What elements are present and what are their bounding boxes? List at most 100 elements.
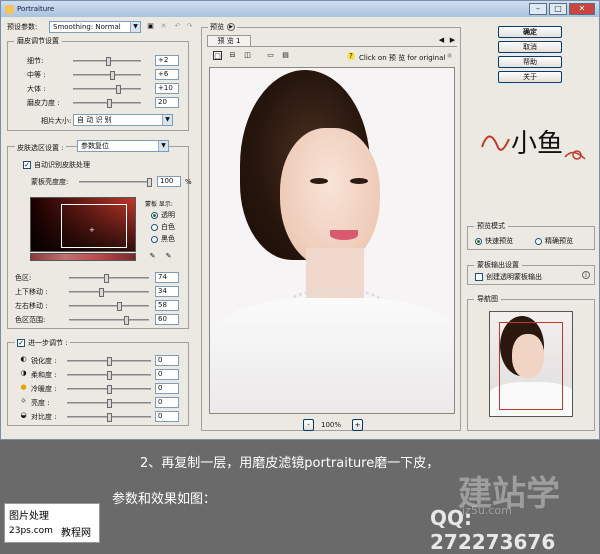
slider-thumb[interactable]: [107, 357, 112, 366]
chevron-left-icon[interactable]: ◀: [437, 36, 446, 45]
split-horizontal-icon[interactable]: ⊟: [228, 51, 237, 60]
play-icon[interactable]: ▶: [227, 23, 235, 31]
skin-slider[interactable]: [69, 274, 149, 283]
mask-brightness-slider[interactable]: [79, 178, 152, 187]
delete-icon[interactable]: ✕: [159, 22, 168, 31]
enhance-slider[interactable]: [67, 399, 151, 408]
skin-slider[interactable]: [69, 302, 149, 311]
skin-reset-select[interactable]: 参数复位 ▼: [77, 140, 169, 152]
slider-thumb[interactable]: [99, 288, 104, 297]
smoothing-slider[interactable]: [73, 71, 141, 80]
lips-shape: [330, 230, 358, 240]
smoothing-input[interactable]: 20: [155, 97, 179, 108]
ok-button[interactable]: 确定: [498, 26, 562, 38]
watermark-left-1: 图片处理: [9, 511, 49, 522]
export-icon[interactable]: ▤: [281, 51, 290, 60]
radio-button[interactable]: [151, 211, 158, 219]
preview-image[interactable]: [209, 67, 455, 414]
radio-button[interactable]: [151, 223, 158, 231]
enhance-checkbox[interactable]: ✓: [17, 339, 25, 347]
navigator-viewport[interactable]: [499, 322, 563, 410]
skin-input[interactable]: 34: [155, 286, 179, 297]
enhance-input[interactable]: 0: [155, 383, 179, 394]
slider-thumb[interactable]: [107, 413, 112, 422]
slider-thumb[interactable]: [107, 399, 112, 408]
enhance-slider[interactable]: [67, 357, 151, 366]
skin-slider[interactable]: [69, 288, 149, 297]
enhance-input[interactable]: 0: [155, 411, 179, 422]
mask-display-option[interactable]: 透明: [151, 210, 175, 220]
auto-skin-row[interactable]: ✓ 自动识别皮肤处理: [23, 160, 90, 170]
navigator-thumbnail[interactable]: [489, 311, 573, 417]
slider-thumb[interactable]: [107, 385, 112, 394]
skin-input[interactable]: 60: [155, 314, 179, 325]
enhance-input[interactable]: 0: [155, 369, 179, 380]
slider-thumb[interactable]: [117, 302, 122, 311]
help-icon[interactable]: ?: [347, 52, 355, 60]
chevron-right-icon[interactable]: ▶: [448, 36, 457, 45]
enhance-title-row[interactable]: ✓ 进一步调节 :: [15, 338, 70, 348]
enhance-input[interactable]: 0: [155, 355, 179, 366]
skin-input[interactable]: 58: [155, 300, 179, 311]
redo-icon[interactable]: ↷: [185, 22, 194, 31]
photo-size-select[interactable]: 自 动 识 别 ▼: [73, 114, 173, 126]
minimize-button[interactable]: –: [529, 3, 547, 15]
slider-thumb[interactable]: [116, 85, 121, 94]
smoothing-slider[interactable]: [73, 99, 141, 108]
mask-output-checkbox[interactable]: [475, 273, 483, 281]
smoothing-input[interactable]: +6: [155, 69, 179, 80]
close-button[interactable]: ✕: [569, 3, 595, 15]
skin-slider[interactable]: [69, 316, 149, 325]
cancel-button[interactable]: 取消: [498, 41, 562, 53]
save-icon[interactable]: ▣: [146, 22, 155, 31]
slider-thumb[interactable]: [106, 57, 111, 66]
info-icon[interactable]: i: [582, 271, 590, 279]
about-button[interactable]: 关于: [498, 71, 562, 83]
eyedropper-icon[interactable]: ✎: [148, 252, 157, 261]
slider-thumb[interactable]: [147, 178, 152, 187]
tab-preview-1[interactable]: 预 览 1: [207, 35, 251, 46]
slider-thumb[interactable]: [110, 71, 115, 80]
radio-button[interactable]: [151, 235, 158, 243]
slider-thumb[interactable]: [107, 99, 112, 108]
preview-mode-option[interactable]: 精确预览: [535, 236, 573, 246]
preset-select[interactable]: Smoothing: Normal ▼: [49, 21, 141, 33]
skin-input[interactable]: 74: [155, 272, 179, 283]
zoom-in-button[interactable]: +: [352, 419, 363, 431]
auto-skin-checkbox[interactable]: ✓: [23, 161, 31, 169]
slider-thumb[interactable]: [104, 274, 109, 283]
slider-thumb[interactable]: [107, 371, 112, 380]
mask-display-option[interactable]: 白色: [151, 222, 175, 232]
enhance-input[interactable]: 0: [155, 397, 179, 408]
help-button[interactable]: 帮助: [498, 56, 562, 68]
single-view-icon[interactable]: □: [213, 51, 222, 60]
eye-shape: [350, 178, 368, 184]
smoothing-input[interactable]: +2: [155, 55, 179, 66]
enhance-slider[interactable]: [67, 371, 151, 380]
window-title: Portraiture: [17, 5, 55, 13]
enhance-slider[interactable]: [67, 413, 151, 422]
hue-strip[interactable]: [30, 253, 136, 261]
mask-brightness-input[interactable]: 100: [157, 176, 181, 187]
watermark-right-url: jz5u.com: [462, 504, 512, 517]
mask-output-row[interactable]: 创建透明蒙板输出: [475, 272, 542, 282]
color-picker-area[interactable]: +: [30, 197, 136, 252]
zoom-out-button[interactable]: -: [303, 419, 314, 431]
mask-display-option[interactable]: 黑色: [151, 234, 175, 244]
radio-button[interactable]: [535, 237, 542, 245]
preview-mode-option[interactable]: 快速预览: [475, 236, 513, 246]
smoothing-slider[interactable]: [73, 85, 141, 94]
slider-thumb[interactable]: [124, 316, 129, 325]
contrast-icon: ◒: [20, 411, 27, 419]
new-preview-icon[interactable]: ▭: [266, 51, 275, 60]
smoothing-slider[interactable]: [73, 57, 141, 66]
radio-button[interactable]: [475, 237, 482, 245]
smoothing-input[interactable]: +10: [155, 83, 179, 94]
maximize-button[interactable]: □: [549, 3, 567, 15]
eyedropper-plus-icon[interactable]: ✎: [164, 252, 173, 261]
split-vertical-icon[interactable]: ◫: [243, 51, 252, 60]
enhance-slider[interactable]: [67, 385, 151, 394]
undo-icon[interactable]: ↶: [173, 22, 182, 31]
smoothing-label: 细节:: [27, 57, 44, 65]
enhance-label: 柔和度 :: [31, 371, 57, 379]
